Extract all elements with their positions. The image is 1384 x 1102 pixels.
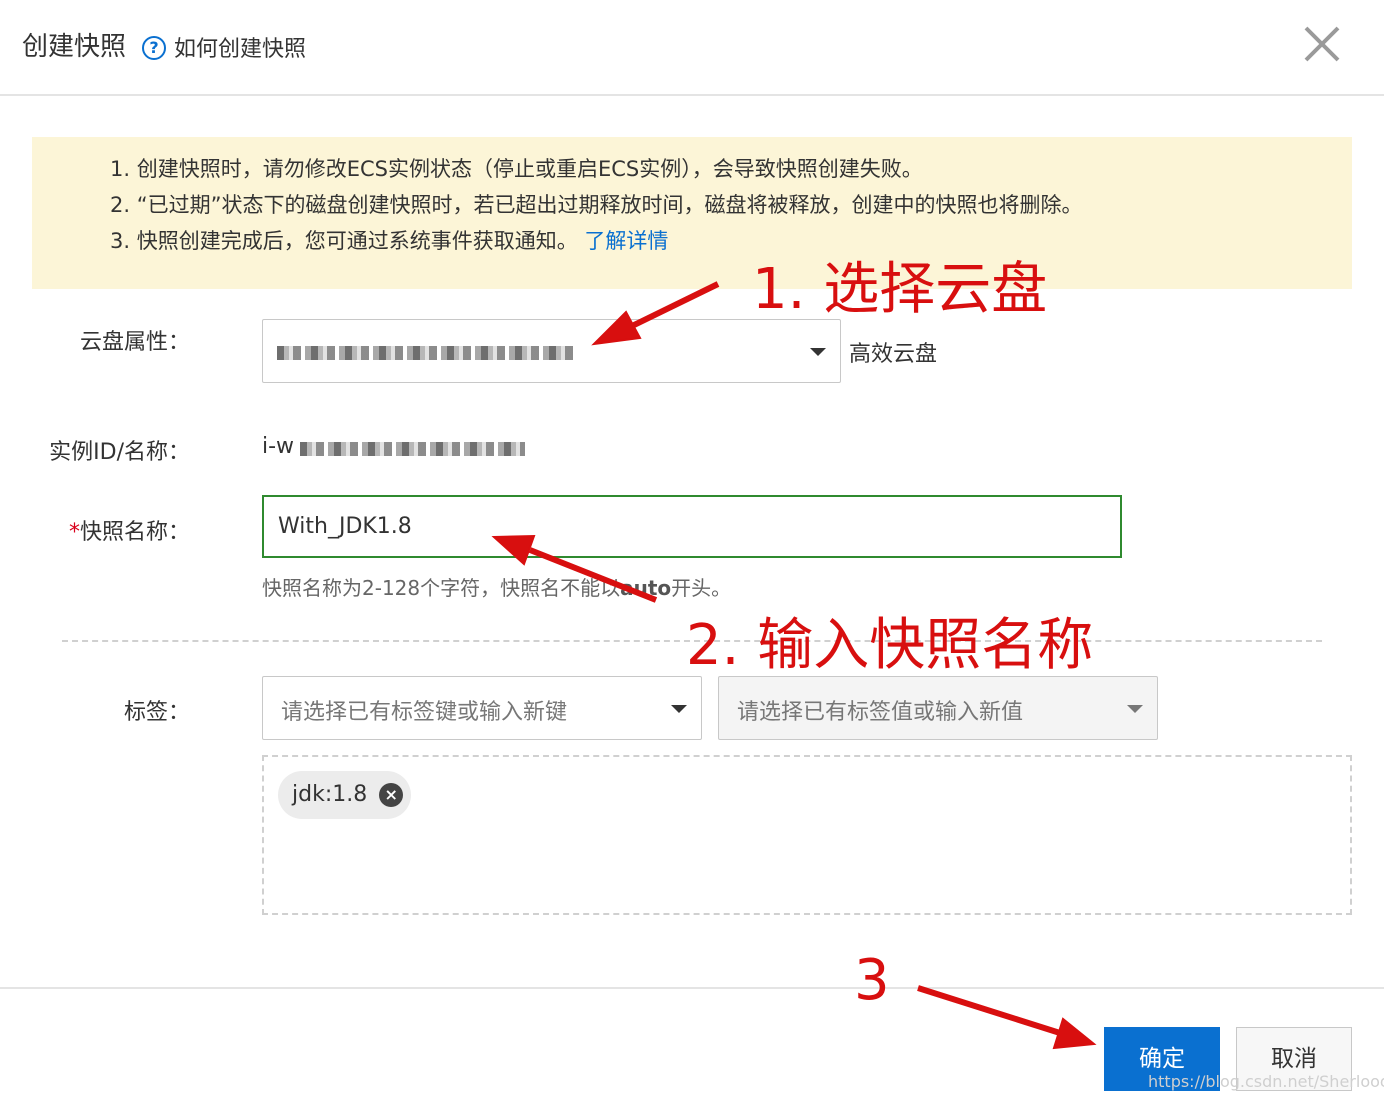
caret-down-icon <box>1127 705 1143 713</box>
annotation-step3: 3 <box>854 948 890 1013</box>
hint-bold: auto <box>620 576 672 600</box>
hint-prefix: 快照名称为2-128个字符，快照名不能以 <box>262 576 621 600</box>
snapshot-name-input[interactable] <box>264 497 1120 556</box>
annotation-step2: 2. 输入快照名称 <box>686 613 1094 678</box>
instance-id-blurred <box>300 442 525 456</box>
snapshot-name-hint: 快照名称为2-128个字符，快照名不能以auto开头。 <box>262 572 731 601</box>
tag-chip: jdk:1.8 × <box>278 771 412 819</box>
instance-label: 实例ID/名称： <box>49 440 190 465</box>
tag-value-placeholder: 请选择已有标签值或输入新值 <box>737 700 1024 725</box>
instance-id-prefix: i-w <box>262 434 295 459</box>
required-mark: * <box>68 520 80 545</box>
snapshot-name-field[interactable] <box>262 495 1122 558</box>
watermark: https://blog.csdn.net/Sherlooock <box>1148 1072 1384 1091</box>
notice-line-2: 2. “已过期”状态下的磁盘创建快照时，若已超出过期释放时间，磁盘将被释放，创建… <box>110 193 1083 217</box>
tag-chip-label: jdk:1.8 <box>292 782 368 807</box>
footer-divider <box>0 987 1384 989</box>
dialog-header: 创建快照 ? 如何创建快照 <box>0 0 1384 96</box>
snapshot-name-label: *快照名称： <box>0 514 190 546</box>
disk-label: 云盘属性： <box>79 330 190 355</box>
tags-label: 标签： <box>123 700 190 725</box>
tag-list: jdk:1.8 × <box>262 755 1352 915</box>
notice-box: 1. 创建快照时，请勿修改ECS实例状态（停止或重启ECS实例），会导致快照创建… <box>32 137 1352 289</box>
learn-more-link[interactable]: 了解详情 <box>584 229 668 253</box>
annotation-step1: 1. 选择云盘 <box>752 257 1048 322</box>
tag-key-placeholder: 请选择已有标签键或输入新键 <box>281 700 568 725</box>
dialog-title: 创建快照 <box>22 32 127 62</box>
tag-key-select[interactable]: 请选择已有标签键或输入新键 <box>262 676 702 740</box>
hint-suffix: 开头。 <box>671 576 732 600</box>
caret-down-icon <box>810 348 826 356</box>
help-link[interactable]: 如何创建快照 <box>174 31 306 63</box>
notice-line-3: 3. 快照创建完成后，您可通过系统事件获取通知。 了解详情 <box>110 225 668 255</box>
close-icon[interactable] <box>1300 22 1344 66</box>
snapshot-name-label-text: 快照名称： <box>79 520 190 545</box>
caret-down-icon <box>671 705 687 713</box>
notice-line-1: 1. 创建快照时，请勿修改ECS实例状态（停止或重启ECS实例），会导致快照创建… <box>110 157 923 181</box>
disk-type: 高效云盘 <box>849 342 938 367</box>
question-circle-icon[interactable]: ? <box>142 36 166 60</box>
notice-line-3-text: 3. 快照创建完成后，您可通过系统事件获取通知。 <box>110 229 578 253</box>
close-circle-icon[interactable]: × <box>379 783 404 807</box>
tag-value-select[interactable]: 请选择已有标签值或输入新值 <box>718 676 1158 740</box>
disk-value-blurred <box>277 346 577 360</box>
disk-select[interactable] <box>262 319 841 383</box>
arrow-step3 <box>917 985 1097 1050</box>
